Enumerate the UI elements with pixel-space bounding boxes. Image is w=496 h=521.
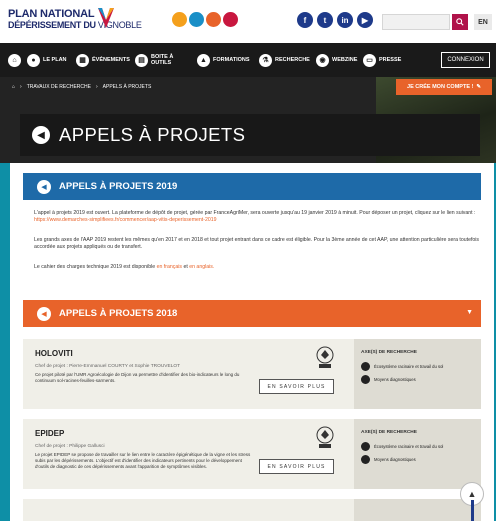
breadcrumb-separator-icon: › (95, 84, 98, 90)
breadcrumb-item[interactable]: TRAVAUX DE RECHERCHE (27, 84, 91, 90)
nav-item-evenements[interactable]: ▦ ÉVÉNEMENTS (76, 53, 130, 67)
project-name: EPIDEP (35, 429, 65, 438)
facebook-icon[interactable]: f (297, 12, 313, 28)
nav-item-icon-only[interactable]: ⌂ (8, 53, 21, 67)
nav-label: LE PLAN (43, 57, 67, 63)
create-account-button[interactable]: JE CRÉE MON COMPTE ! ✎ (396, 79, 492, 95)
nav-label: ÉVÉNEMENTS (92, 57, 130, 63)
nav-item-recherche[interactable]: ⚗ RECHERCHE (259, 53, 310, 67)
nav-label: RECHERCHE (275, 57, 310, 63)
breadcrumb-separator-icon: › (20, 84, 22, 90)
section-header-2019[interactable]: ◀ APPELS À PROJETS 2019 (23, 173, 481, 200)
paragraph-axes: Les grands axes de l'AAP 2019 restent le… (34, 237, 480, 251)
award-badge-icon (316, 346, 334, 368)
megaphone-icon: ◀ (37, 179, 51, 194)
partner-logo (172, 12, 187, 27)
flask-icon: ⚗ (259, 53, 272, 67)
axes-heading: AXE(S) DE RECHERCHE (361, 430, 417, 435)
logo-line1: PLAN NATIONAL (8, 8, 95, 20)
webzine-icon: ◉ (316, 53, 329, 67)
nav-label: BOITE À OUTILS (151, 54, 174, 66)
section-header-2018[interactable]: ◀ APPELS À PROJETS 2018 ▼ (23, 300, 481, 327)
project-lead: Chef de projet : Philippe Gallusci (35, 444, 105, 449)
research-axes-panel: AXE(S) DE RECHERCHE Écosystème racinaire… (354, 339, 481, 409)
home-icon: ⌂ (8, 53, 21, 67)
research-axes-panel (354, 499, 481, 521)
axis-item: Écosystème racinaire et travail du sol (361, 362, 443, 371)
partner-logos (172, 12, 238, 27)
nav-item-presse[interactable]: ▭ PRESSE (363, 53, 401, 67)
partner-logo (223, 12, 238, 27)
plan-icon: ● (27, 53, 40, 67)
graduation-icon: ▲ (197, 53, 210, 67)
hero-banner: ⌂ › TRAVAUX DE RECHERCHE › APPELS À PROJ… (0, 77, 496, 163)
scrollbar-thumb[interactable] (471, 500, 474, 521)
root-icon (361, 362, 370, 371)
project-lead: Chef de projet : Pierre-Emmanuel COURTY … (35, 364, 181, 369)
page-title-bar: ◀ APPELS À PROJETS (20, 114, 480, 156)
project-card: HOLOVITI Chef de projet : Pierre-Emmanue… (23, 339, 481, 409)
project-description: Ce projet piloté par l'UMR Agroécologie … (35, 372, 240, 383)
nav-label: PRESSE (379, 57, 402, 63)
main-content: ◀ APPELS À PROJETS 2019 L'appel à projet… (10, 163, 494, 521)
axis-item: Moyens diagnostiques (361, 455, 416, 464)
project-name: HOLOVITI (35, 349, 73, 358)
paragraph-intro: L'appel à projets 2019 est ouvert. La pl… (34, 210, 476, 224)
linkedin-icon[interactable]: in (337, 12, 353, 28)
axes-heading: AXE(S) DE RECHERCHE (361, 350, 417, 355)
home-icon[interactable]: ⌂ (12, 84, 15, 90)
pencil-icon: ✎ (476, 84, 481, 90)
search-icon (456, 18, 464, 26)
section-title: APPELS À PROJETS 2019 (59, 181, 178, 192)
page-title: APPELS À PROJETS (59, 124, 246, 145)
axis-item: Moyens diagnostiques (361, 375, 416, 384)
youtube-icon[interactable]: ▶ (357, 12, 373, 28)
breadcrumb-item: APPELS À PROJETS (102, 84, 152, 90)
search-button[interactable] (452, 14, 468, 30)
research-axes-panel: AXE(S) DE RECHERCHE Écosystème racinaire… (354, 419, 481, 489)
calendar-icon: ▦ (76, 53, 89, 67)
twitter-icon[interactable]: t (317, 12, 333, 28)
award-badge-icon (316, 426, 334, 448)
learn-more-button[interactable]: EN SAVOIR PLUS (259, 379, 334, 394)
nav-item-formations[interactable]: ▲ FORMATIONS (197, 53, 250, 67)
project-card: EPIDEP Chef de projet : Philippe Gallusc… (23, 419, 481, 489)
megaphone-icon: ◀ (37, 306, 51, 321)
site-logo[interactable]: PLAN NATIONAL DÉPÉRISSEMENT DU VIGNOBLE (8, 8, 142, 31)
project-card (23, 499, 481, 521)
nav-item-webzine[interactable]: ◉ WEBZINE (316, 53, 357, 67)
breadcrumb: ⌂ › TRAVAUX DE RECHERCHE › APPELS À PROJ… (12, 84, 151, 90)
nav-item-boite-a-outils[interactable]: ▤ BOITE À OUTILS (135, 53, 177, 67)
nav-item-le-plan[interactable]: ● LE PLAN (27, 53, 67, 67)
press-icon: ▭ (363, 53, 376, 67)
social-links: f t in ▶ (297, 12, 373, 28)
diagnostic-icon (361, 375, 370, 384)
project-platform-link[interactable]: https://www.demarches-simplifiees.fr/com… (34, 217, 217, 223)
project-description: Le projet EPIDEP se propose de travaille… (35, 452, 251, 469)
root-icon (361, 442, 370, 451)
language-switch[interactable]: EN (474, 14, 492, 30)
main-nav: ⌂ ● LE PLAN ▦ ÉVÉNEMENTS ▤ BOITE À OUTILS ▲… (0, 43, 496, 77)
toolbox-icon: ▤ (135, 53, 148, 67)
partner-logo (189, 12, 204, 27)
top-header: PLAN NATIONAL DÉPÉRISSEMENT DU VIGNOBLE … (0, 0, 496, 43)
search-input[interactable] (382, 14, 450, 30)
nav-label: WEBZINE (332, 57, 358, 63)
section-title: APPELS À PROJETS 2018 (59, 308, 178, 319)
specs-english-link[interactable]: en anglais. (189, 264, 214, 270)
diagnostic-icon (361, 455, 370, 464)
logo-line2: DÉPÉRISSEMENT DU VIGNOBLE (8, 20, 142, 30)
learn-more-button[interactable]: EN SAVOIR PLUS (259, 459, 334, 474)
chevron-down-icon: ▼ (466, 309, 473, 316)
nav-label: FORMATIONS (213, 57, 250, 63)
axis-item: Écosystème racinaire et travail du sol (361, 442, 443, 451)
specs-french-link[interactable]: en français (157, 264, 182, 270)
paragraph-specs: Le cahier des charges technique 2019 est… (34, 264, 215, 270)
logo-v-icon (98, 8, 114, 28)
partner-logo (206, 12, 221, 27)
chevron-up-icon: ▲ (467, 489, 477, 499)
login-button[interactable]: CONNEXION (441, 52, 490, 68)
megaphone-icon: ◀ (32, 126, 50, 144)
cta-label: JE CRÉE MON COMPTE ! (407, 84, 474, 90)
